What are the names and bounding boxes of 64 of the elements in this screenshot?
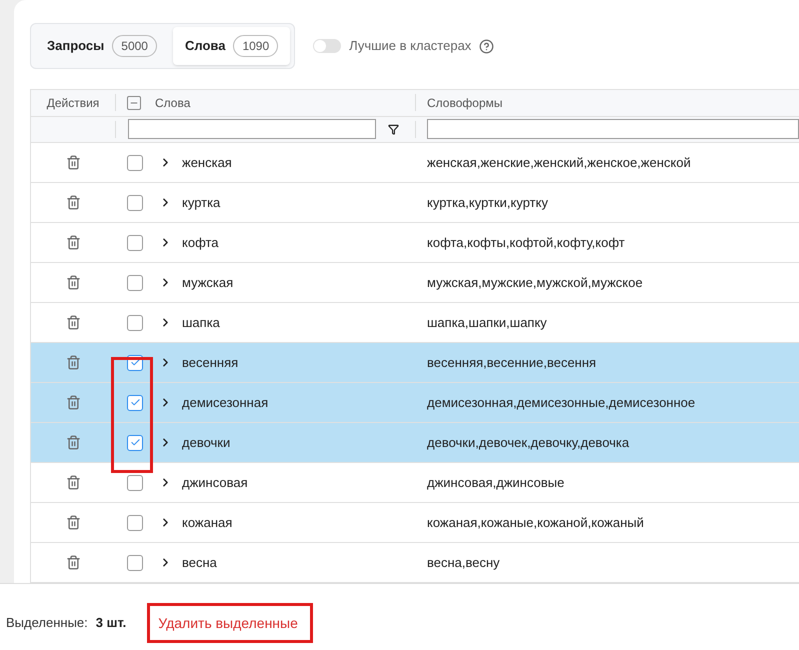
wordforms-cell: куртка,куртки,куртку [427,194,548,210]
selected-count: 3 шт. [96,614,126,632]
column-header: Действия [46,94,100,112]
filter-field[interactable] [128,119,376,140]
table-row[interactable]: демисезонная демисезонная,демисезонные,демисезонное [31,383,799,423]
column-header: Слова [155,94,190,112]
delete-selected-link[interactable]: Удалить выделенные [158,612,298,634]
row-checkbox[interactable] [127,314,143,330]
wordforms-cell: джинсовая,джинсовые [427,474,564,490]
word-cell-text: кофта [182,234,219,252]
row-checkbox[interactable] [127,394,143,410]
tab[interactable]: Слова 1090 [172,27,290,65]
row-checkbox[interactable] [127,274,143,290]
row-checkbox[interactable] [127,154,143,170]
select-all-checkbox[interactable] [127,96,141,110]
row-checkbox[interactable] [127,194,143,210]
trash-icon[interactable] [66,155,81,170]
row-checkbox[interactable] [127,474,143,490]
row-checkbox[interactable] [127,554,143,570]
selected-label: Выделенные: [6,614,88,632]
wordforms-cell: весна,весну [427,554,500,570]
word-cell-text: джинсовая [182,474,248,492]
toggle-label: Лучшие в кластерах [349,37,472,56]
trash-icon[interactable] [66,515,81,530]
trash-icon[interactable] [66,475,81,490]
checkmark-icon [130,357,140,368]
checkmark-icon [130,437,140,448]
word-cell-text: женская [182,154,232,172]
trash-icon[interactable] [66,315,81,330]
wordforms-cell: демисезонная,демисезонные,демисезонное [427,394,696,410]
column-header: Словоформы [427,96,502,110]
table-row[interactable]: весенняя весенняя,весенние,весення [31,343,799,383]
table-row[interactable]: девочки девочки,девочек,девочку,девочка [31,423,799,463]
wordforms-cell: весенняя,весенние,весення [427,354,596,370]
word-cell-text: весенняя [182,354,238,372]
word-cell-text: весна [182,554,217,572]
trash-icon[interactable] [66,555,81,570]
wordforms-cell: шапка,шапки,шапку [427,314,547,330]
trash-icon[interactable] [66,395,81,410]
trash-icon[interactable] [66,435,81,450]
wordforms-cell: кожаная,кожаные,кожаной,кожаный [427,514,644,530]
word-cell-text: кожаная [182,514,232,532]
toggle-switch[interactable] [313,39,342,53]
wordforms-cell: девочки,девочек,девочку,девочка [427,434,630,450]
trash-icon[interactable] [66,275,81,290]
trash-icon[interactable] [66,195,81,210]
tab[interactable]: Запросы 5000 [35,27,169,65]
word-cell-text: демисезонная [182,394,268,412]
filter-icon[interactable] [388,124,399,135]
filter-field[interactable] [427,119,799,140]
row-checkbox[interactable] [127,234,143,250]
word-cell-text: шапка [182,314,220,332]
wordforms-cell: женская,женские,женский,женское,женской [427,154,691,170]
row-checkbox[interactable] [127,514,143,530]
word-cell-text: куртка [182,194,220,212]
trash-icon[interactable] [66,235,81,250]
word-cell-text: девочки [182,434,230,452]
help-icon[interactable] [479,38,494,54]
wordforms-cell: кофта,кофты,кофтой,кофту,кофт [427,234,625,250]
trash-icon[interactable] [66,355,81,370]
word-cell-text: мужская [182,274,234,292]
checkmark-icon [130,397,140,408]
wordforms-cell: мужская,мужские,мужской,мужское [427,274,643,290]
row-checkbox[interactable] [127,434,143,450]
